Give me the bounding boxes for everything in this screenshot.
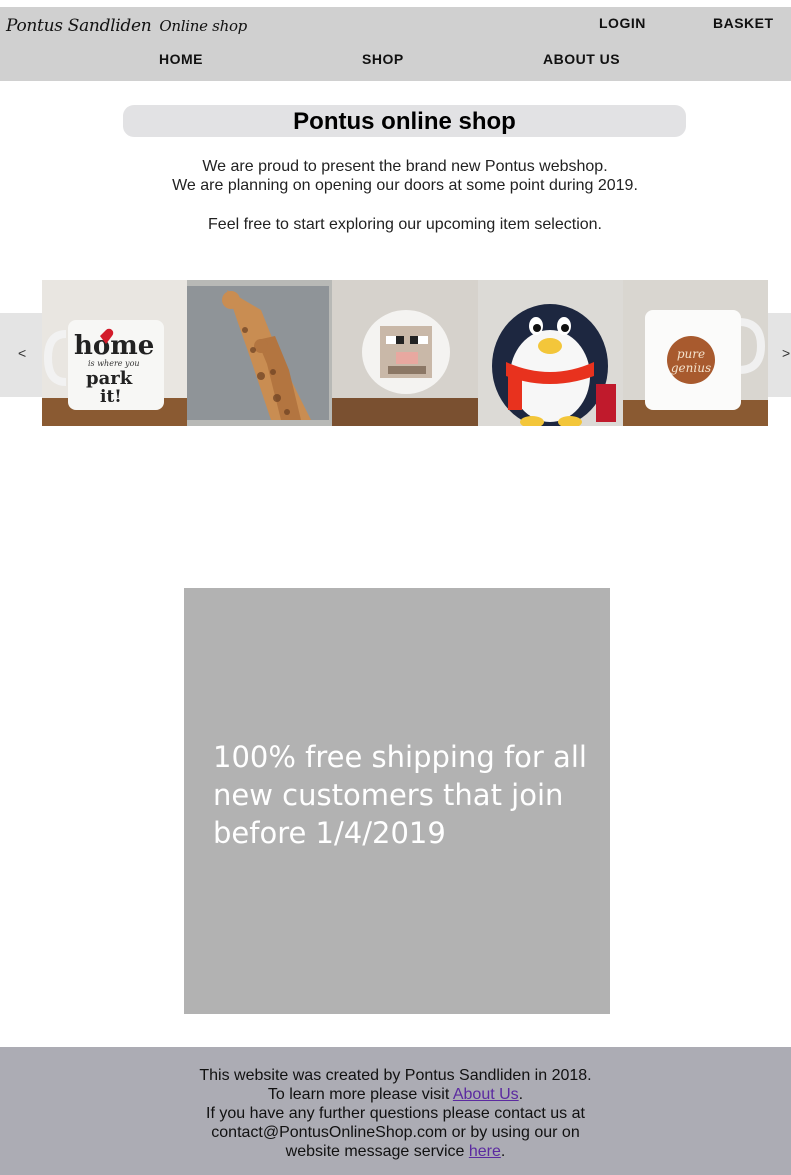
intro-line-3: Feel free to start exploring our upcomin… [208, 216, 602, 233]
slide-penguin-plush[interactable] [477, 280, 623, 426]
message-service-link[interactable]: here [469, 1143, 501, 1160]
footer-line-4: contact@PontusOnlineShop.com or by using… [211, 1124, 580, 1141]
about-us-link[interactable]: About Us [453, 1086, 519, 1103]
intro-line-1: We are proud to present the brand new Po… [202, 158, 608, 175]
site-logo[interactable]: Pontus Sandliden Online shop [6, 16, 247, 36]
mug-pure-text: pure [677, 347, 705, 361]
promo-text: 100% free shipping for all new customers… [213, 740, 587, 850]
carousel-prev-button[interactable]: < [18, 345, 26, 361]
page-title: Pontus online shop [123, 105, 686, 137]
mug-genius-text: genius [671, 361, 711, 375]
mug-where-text: is where you [88, 359, 140, 368]
slide-pure-genius-mug[interactable]: pure genius [622, 280, 768, 426]
nav-shop[interactable]: SHOP [362, 51, 404, 67]
footer-line-5-suffix: . [500, 1143, 506, 1160]
mug-it-text: it! [100, 387, 122, 407]
site-header: Pontus Sandliden Online shop LOGIN BASKET… [0, 7, 791, 81]
footer-line-5: website message service here. [0, 1142, 791, 1161]
footer-line-1: This website was created by Pontus Sandl… [199, 1067, 592, 1084]
footer-line-5-prefix: website message service [285, 1143, 469, 1160]
slide-sheep-plush[interactable] [332, 280, 478, 426]
site-footer: This website was created by Pontus Sandl… [0, 1047, 791, 1175]
slide-giraffe-pillow[interactable] [187, 280, 333, 426]
mug-park-text: park [86, 368, 133, 389]
carousel-next-button[interactable]: > [782, 345, 790, 361]
logo-name: Pontus Sandliden [6, 16, 152, 36]
logo-shop: Online shop [159, 17, 247, 35]
basket-link[interactable]: BASKET [713, 15, 774, 31]
login-link[interactable]: LOGIN [599, 15, 646, 31]
nav-about-us[interactable]: ABOUT US [543, 51, 620, 67]
slide-home-mug[interactable]: home is where you park it! [42, 280, 188, 426]
footer-line-2: To learn more please visit About Us. [0, 1085, 791, 1104]
intro-line-2: We are planning on opening our doors at … [172, 177, 638, 194]
footer-line-2-suffix: . [518, 1086, 524, 1103]
free-shipping-banner: 100% free shipping for all new customers… [184, 588, 610, 1014]
intro-text: We are proud to present the brand new Po… [160, 157, 650, 234]
mug-home-text: home [74, 331, 154, 361]
footer-line-2-prefix: To learn more please visit [267, 1086, 453, 1103]
product-carousel: home is where you park it! pure genius [42, 280, 768, 426]
nav-home[interactable]: HOME [159, 51, 203, 67]
footer-line-3: If you have any further questions please… [206, 1105, 585, 1122]
